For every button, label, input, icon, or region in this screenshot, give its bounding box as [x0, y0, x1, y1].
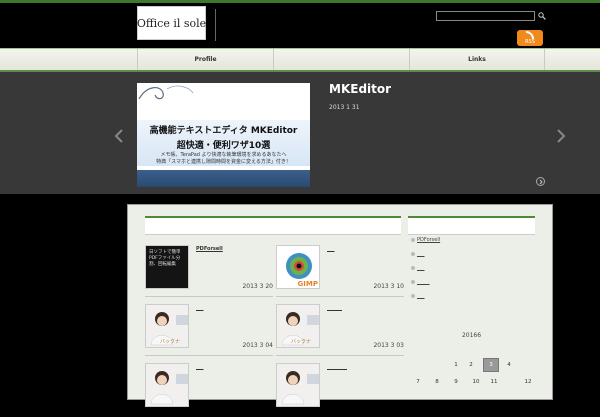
calendar-day-today[interactable]: 3 — [483, 358, 499, 372]
post-title[interactable]: ___ — [327, 246, 335, 252]
slider-next-button[interactable] — [556, 129, 566, 143]
slide-date: 2013 1 31 — [329, 104, 360, 111]
sidebar-link[interactable]: _____ — [411, 279, 430, 285]
bullet-icon — [411, 279, 415, 284]
rss-label: RSS — [525, 39, 535, 45]
post-divider — [145, 296, 273, 297]
person-image — [281, 371, 319, 405]
post-title[interactable]: ___ — [196, 364, 204, 370]
calendar-day[interactable]: 12 — [520, 375, 536, 389]
bullet-icon — [411, 237, 415, 242]
header-divider — [215, 9, 216, 41]
post-divider — [145, 355, 273, 356]
slide-image[interactable]: 高機能テキストエディタ MKEditor 超快適・便利ワザ10選 メモ帳、Ter… — [137, 83, 310, 187]
post-divider — [276, 355, 404, 356]
nav-item-blank[interactable] — [273, 49, 409, 70]
calendar-day[interactable]: 9 — [448, 375, 464, 389]
post-item[interactable]: GIMP ___ 2013 3 10 — [276, 245, 404, 299]
chevron-right-icon — [557, 129, 565, 143]
nav-item-links[interactable]: Links — [409, 49, 545, 70]
post-item[interactable]: ___ — [145, 363, 273, 417]
post-title[interactable]: ________ — [327, 364, 347, 370]
search-icon — [538, 12, 546, 20]
sidebar-header — [408, 216, 535, 235]
sidebar-link-label: ___ — [417, 293, 425, 299]
sidebar-link[interactable]: ___ — [411, 293, 425, 299]
sidebar-link-label: PDForsell — [417, 237, 441, 243]
main-content: 日ソフトで簡単PDFファイル分割、回転編集 PDForsell 2013 3 2… — [127, 204, 553, 407]
post-title[interactable]: PDForsell — [196, 246, 223, 252]
sidebar-link[interactable]: PDForsell — [411, 237, 440, 243]
calendar-day[interactable]: 1 — [448, 358, 464, 372]
bullet-icon — [411, 251, 415, 256]
content-header — [145, 216, 401, 235]
thumbnail-caption: 日ソフトで簡単PDFファイル分割、回転編集 — [149, 250, 181, 267]
site-header: Office il sole RSS — [0, 3, 600, 48]
sidebar-link-label: ___ — [417, 265, 425, 271]
post-title[interactable]: ______ — [327, 305, 342, 311]
search-button[interactable] — [537, 11, 547, 21]
swirl-ornament — [138, 85, 194, 100]
slide-more-button[interactable] — [536, 177, 545, 186]
post-date: 2013 3 03 — [373, 342, 404, 349]
post-thumbnail[interactable]: バックナ — [145, 304, 189, 348]
site-logo[interactable]: Office il sole — [137, 6, 206, 40]
slide-image-line3: メモ帳、TeraPad より快適な執筆環境を求めるあなたへ — [160, 152, 287, 158]
calendar-day[interactable]: 2 — [463, 358, 479, 372]
post-title[interactable]: ___ — [196, 305, 204, 311]
rss-button[interactable]: RSS — [517, 30, 543, 46]
sidebar-link[interactable]: ___ — [411, 251, 425, 257]
calendar-day[interactable]: 7 — [410, 375, 426, 389]
calendar-day[interactable]: 8 — [429, 375, 445, 389]
calendar-day[interactable]: 10 — [468, 375, 484, 389]
chevron-left-icon — [115, 129, 123, 143]
post-item[interactable]: ________ — [276, 363, 404, 417]
post-thumbnail[interactable]: GIMP — [276, 245, 320, 289]
sidebar-link-label: ___ — [417, 251, 425, 257]
post-item[interactable]: 日ソフトで簡単PDFファイル分割、回転編集 PDForsell 2013 3 2… — [145, 245, 273, 299]
post-thumbnail[interactable]: バックナ — [276, 304, 320, 348]
calendar-title: 20166 — [461, 332, 482, 339]
post-date: 2013 3 04 — [242, 342, 273, 349]
slide-image-line2: 超快適・便利ワザ10選 — [176, 141, 271, 151]
bullet-icon — [411, 293, 415, 298]
post-thumbnail[interactable] — [145, 363, 189, 407]
thumbnail-caption: GIMP — [297, 280, 318, 288]
calendar-day[interactable]: 11 — [486, 375, 502, 389]
rss-icon — [526, 31, 534, 39]
slide-image-line1: 高機能テキストエディタ MKEditor — [149, 126, 298, 136]
post-thumbnail[interactable] — [276, 363, 320, 407]
bullet-icon — [411, 265, 415, 270]
post-item[interactable]: バックナ ___ 2013 3 04 — [145, 304, 273, 358]
thumbnail-caption: バックナ — [160, 339, 181, 345]
main-nav: Profile Links — [0, 48, 600, 72]
post-divider — [276, 296, 404, 297]
slide-image-footer — [137, 170, 310, 187]
nav-item-profile[interactable]: Profile — [137, 49, 273, 70]
post-date: 2013 3 20 — [242, 283, 273, 290]
featured-slider: 高機能テキストエディタ MKEditor 超快適・便利ワザ10選 メモ帳、Ter… — [0, 72, 600, 194]
sidebar-link[interactable]: ___ — [411, 265, 425, 271]
post-thumbnail[interactable]: 日ソフトで簡単PDFファイル分割、回転編集 — [145, 245, 189, 289]
slide-title[interactable]: MKEditor — [329, 82, 391, 96]
arrow-right-icon — [539, 179, 543, 184]
post-date: 2013 3 10 — [373, 283, 404, 290]
slide-image-line4: 特典「スマホと連携し隙間時間を資金に変える方法」付き！ — [156, 159, 291, 165]
sidebar-link-label: _____ — [417, 279, 430, 285]
post-item[interactable]: バックナ ______ 2013 3 03 — [276, 304, 404, 358]
calendar-day[interactable]: 4 — [501, 358, 517, 372]
search-input[interactable] — [436, 11, 535, 21]
thumbnail-caption: バックナ — [291, 339, 312, 345]
person-image — [150, 371, 188, 405]
slider-prev-button[interactable] — [114, 129, 124, 143]
